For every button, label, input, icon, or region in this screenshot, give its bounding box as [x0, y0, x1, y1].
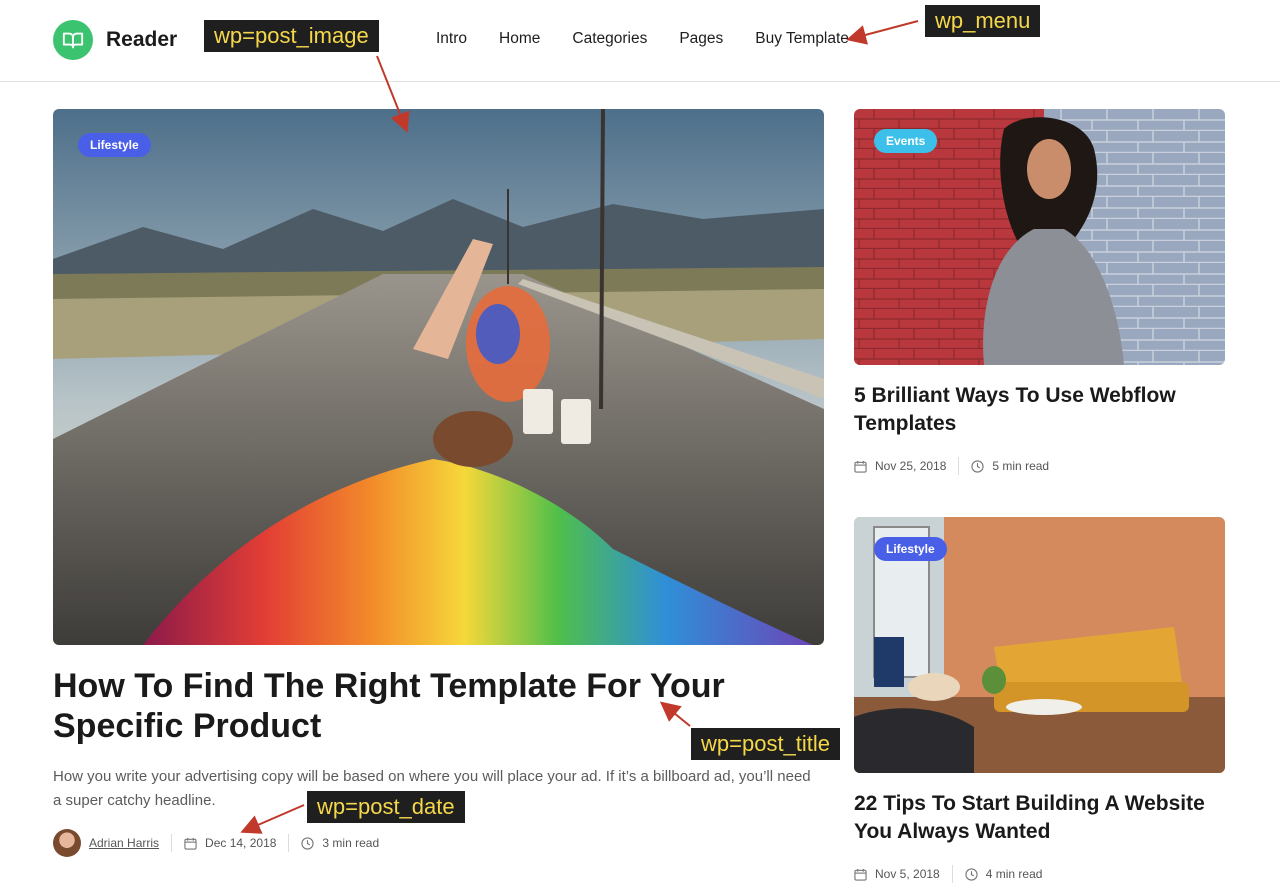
side-post-title[interactable]: 5 Brilliant Ways To Use Webflow Template…: [854, 382, 1225, 438]
divider: [951, 865, 953, 883]
calendar-icon: [184, 837, 197, 850]
read-time: 3 min read: [322, 836, 380, 850]
category-badge[interactable]: Lifestyle: [874, 537, 947, 561]
clock-icon: [971, 459, 985, 473]
side-post-image[interactable]: Events: [854, 109, 1225, 365]
post-date: Nov 25, 2018: [875, 459, 947, 473]
featured-post-meta: Adrian Harris Dec 14, 2018 3 min read: [53, 829, 379, 857]
main-menu: Intro Home Categories Pages Buy Template: [436, 30, 881, 48]
nav-item-buy-template[interactable]: Buy Template: [755, 30, 849, 48]
annotation-menu: wp_menu: [925, 5, 1041, 37]
site-logo[interactable]: Reader: [53, 20, 177, 60]
featured-post-image[interactable]: Lifestyle: [53, 109, 824, 645]
annotation-post-image: wp=post_image: [204, 20, 379, 52]
nav-item-intro[interactable]: Intro: [436, 30, 467, 48]
side-post-meta: Nov 25, 2018 5 min read: [854, 457, 1049, 475]
calendar-icon: [854, 868, 867, 881]
read-time: 5 min read: [992, 459, 1050, 473]
calendar-icon: [854, 460, 867, 473]
divider: [958, 457, 960, 475]
side-post-title[interactable]: 22 Tips To Start Building A Website You …: [854, 790, 1225, 846]
site-name: Reader: [106, 28, 178, 51]
site-header: Reader Intro Home Categories Pages Buy T…: [0, 0, 1280, 82]
side-post-image[interactable]: Lifestyle: [854, 517, 1225, 773]
annotation-post-title: wp=post_title: [691, 728, 841, 760]
post-date: Nov 5, 2018: [875, 867, 940, 881]
post-date: Dec 14, 2018: [205, 836, 277, 850]
clock-icon: [301, 836, 315, 850]
nav-item-pages[interactable]: Pages: [679, 30, 723, 48]
book-icon: [53, 20, 93, 60]
category-badge[interactable]: Lifestyle: [78, 133, 151, 157]
annotation-post-date: wp=post_date: [307, 791, 465, 823]
nav-item-home[interactable]: Home: [499, 30, 540, 48]
category-badge[interactable]: Events: [874, 129, 938, 153]
side-post-meta: Nov 5, 2018 4 min read: [854, 865, 1042, 883]
author-link[interactable]: Adrian Harris: [89, 836, 159, 850]
divider: [171, 834, 173, 852]
nav-item-categories[interactable]: Categories: [572, 30, 647, 48]
clock-icon: [965, 867, 978, 881]
avatar[interactable]: [53, 829, 81, 857]
read-time: 4 min read: [985, 867, 1043, 881]
divider: [288, 834, 290, 852]
